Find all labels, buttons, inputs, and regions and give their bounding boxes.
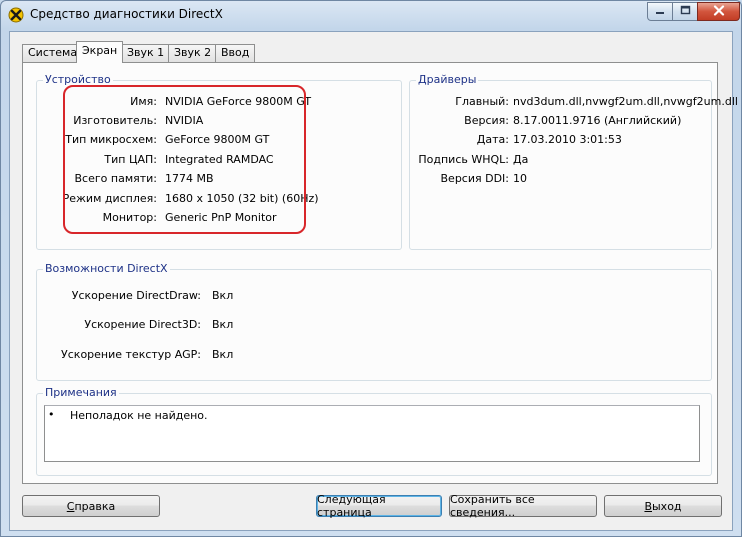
driver-version-value: 8.17.0011.9716 (Английский) [513,114,682,127]
close-icon [713,4,725,19]
maximize-icon [680,5,691,18]
tab-sound-2[interactable]: Звук 2 [168,44,218,62]
notes-bullet: • [48,408,55,421]
next-page-label: Следующая страница [317,493,386,519]
next-page-button[interactable]: Следующая страница [316,493,442,519]
directdraw-value: Вкл [212,289,234,302]
drivers-group-title: Драйверы [416,73,479,86]
minimize-icon [655,5,665,18]
dxdiag-window: Средство диагностики DirectX Система Экр… [0,0,742,537]
maximize-button[interactable] [672,2,698,21]
tab-sound-1[interactable]: Звук 1 [121,44,171,62]
red-highlight-annotation [63,85,306,234]
tab-label: Экран [82,44,118,57]
window-title: Средство диагностики DirectX [30,7,223,21]
driver-date-value: 17.03.2010 3:01:53 [513,133,622,146]
driver-date-label: Дата: [476,133,509,146]
whql-label: Подпись WHQL: [418,153,509,166]
agp-texture-label: Ускорение текстур AGP: [61,348,201,361]
direct3d-label: Ускорение Direct3D: [84,318,201,331]
tab-display[interactable]: Экран [76,41,124,63]
whql-value: Да [513,153,529,166]
close-button[interactable] [697,2,740,21]
directdraw-label: Ускорение DirectDraw: [71,289,201,302]
tab-system[interactable]: Система [22,44,84,62]
save-all-info-label: Сохранить все сведения... [450,493,535,519]
directx-icon [8,7,24,23]
tab-input[interactable]: Ввод [215,44,256,62]
driver-version-label: Версия: [464,114,509,127]
client-area: Система Экран Звук 1 Звук 2 Ввод Устройс… [9,31,738,531]
minimize-button[interactable] [647,2,673,21]
exit-button[interactable]: Выход [604,495,722,517]
main-driver-label: Главный: [455,95,509,108]
notes-group: Примечания • Неполадок не найдено. [36,386,712,476]
title-bar[interactable]: Средство диагностики DirectX [1,1,741,29]
notes-group-title: Примечания [43,386,119,399]
help-mnemonic: С [66,499,75,513]
notes-item: Неполадок не найдено. [70,409,208,422]
directx-features-group-title: Возможности DirectX [43,262,170,275]
display-tab-panel: Устройство Имя: NVIDIA GeForce 9800M GT … [22,62,738,484]
tab-label: Ввод [221,46,250,59]
help-label-rest: правка [74,499,116,513]
direct3d-value: Вкл [212,318,234,331]
exit-mnemonic: В [644,499,652,513]
exit-label-rest: ыход [652,499,682,513]
tab-label: Система [28,46,78,59]
save-all-info-button[interactable]: Сохранить все сведения... [449,493,597,519]
tab-label: Звук 1 [127,46,165,59]
ddi-version-value: 10 [513,172,527,185]
help-button[interactable]: Справка [22,495,160,517]
agp-texture-value: Вкл [212,348,234,361]
tab-label: Звук 2 [174,46,212,59]
main-driver-value: nvd3dum.dll,nvwgf2um.dll,nvwgf2um.dll [513,95,738,108]
ddi-version-label: Версия DDI: [440,172,510,185]
notes-textbox[interactable]: • Неполадок не найдено. [44,405,700,462]
